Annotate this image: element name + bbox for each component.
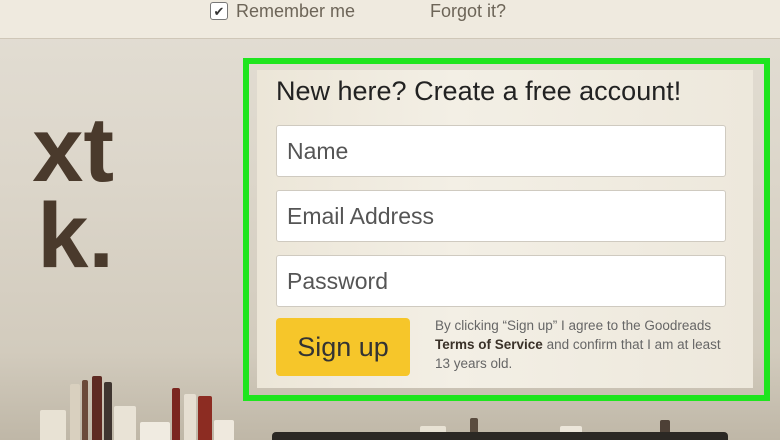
hero-line-2: k. [37,185,114,280]
terms-text-before: By clicking “Sign up” I agree to the Goo… [435,318,712,333]
remember-me[interactable]: ✔ Remember me [210,0,355,22]
forgot-password-link[interactable]: Forgot it? [430,0,506,22]
bottom-bar [272,432,728,440]
terms-notice: By clicking “Sign up” I agree to the Goo… [435,316,735,373]
hero-line-1: xt [32,108,114,201]
remember-me-label: Remember me [236,0,356,21]
password-input[interactable] [276,255,726,307]
hero-text: xt k. [0,108,114,280]
sign-up-button[interactable]: Sign up [276,318,410,376]
name-input[interactable] [276,125,726,177]
terms-of-service-link[interactable]: Terms of Service [435,337,543,352]
email-input[interactable] [276,190,726,242]
top-login-bar [0,0,780,39]
signup-title: New here? Create a free account! [276,76,682,106]
remember-me-checkbox[interactable]: ✔ [210,2,228,20]
